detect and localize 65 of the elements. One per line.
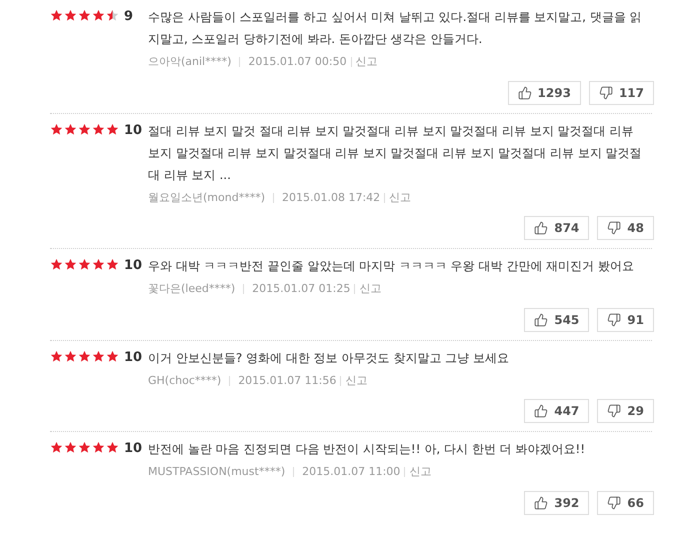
author-name: 으아악(anil****): [148, 54, 232, 70]
review-date: 2015.01.07 11:00: [302, 464, 400, 480]
star-icon: [106, 350, 119, 362]
like-button[interactable]: 447: [524, 399, 590, 423]
review-date: 2015.01.07 00:50: [248, 54, 347, 70]
star-icon: [106, 122, 119, 136]
star-icon: [78, 258, 91, 271]
dislike-button[interactable]: 48: [597, 216, 654, 240]
star-icon: [64, 441, 77, 454]
star-icon: [92, 350, 105, 362]
review-date: 2015.01.08 17:42: [282, 190, 380, 206]
star-icon: [92, 258, 105, 271]
author-name: 꽃다은(leed****): [148, 281, 236, 297]
author-name: 월요일소년(mond****): [148, 190, 265, 206]
dislike-button[interactable]: 66: [597, 490, 654, 514]
like-button[interactable]: 1293: [508, 80, 581, 104]
thumbs-up-icon: [534, 312, 548, 326]
review-text: 이거 안보신분들? 영화에 대한 정보 아무것도 찾지말고 그냥 보세요: [148, 350, 510, 366]
like-button[interactable]: 392: [524, 490, 590, 514]
thumbs-down-icon: [607, 496, 622, 510]
dislike-button[interactable]: 91: [597, 308, 654, 332]
thumbs-down-icon: [607, 312, 622, 326]
star-icon: [106, 258, 119, 271]
star-icon: [92, 441, 105, 454]
review-date: 2015.01.07 01:25: [252, 281, 350, 297]
rating-score: 10: [124, 258, 142, 274]
author-name: MUSTPASSION(must****): [148, 464, 286, 480]
thumbs-down-icon: [607, 221, 622, 235]
star-icon: [92, 122, 105, 136]
star-icon: [78, 9, 91, 22]
like-button[interactable]: 874: [524, 216, 590, 240]
review-date: 2015.01.07 11:56: [238, 372, 336, 388]
star-icon: [50, 441, 63, 454]
dislike-button[interactable]: 117: [588, 80, 654, 104]
star-icon: [78, 441, 91, 454]
rating-score: 10: [124, 122, 142, 138]
thumbs-up-icon: [534, 404, 548, 418]
thumbs-up-icon: [518, 86, 532, 100]
star-icon: [64, 122, 77, 136]
rating-score: 9: [124, 9, 134, 25]
review-text: 우와 대박 ㅋㅋㅋ반전 끝인줄 알았는데 마지막 ㅋㅋㅋㅋ 우왕 대박 간만에 재미진거 봤어요: [148, 258, 635, 275]
star-icon: [78, 350, 91, 362]
thumbs-up-icon: [534, 221, 548, 235]
like-button[interactable]: 545: [524, 308, 590, 332]
star-icon: [92, 9, 105, 22]
star-icon: [64, 9, 77, 22]
review-text: 수많은 사람들이 스포일러를 하고 싶어서 미쳐 날뛰고 있다.절대 리뷰를 보지말고, 댓글을 읽지말고, 스포일러 당하기전에 봐라. 돈아깝단 생각은 안들거다.: [148, 9, 643, 48]
star-icon: [64, 258, 77, 271]
thumbs-up-icon: [534, 496, 548, 510]
star-icon: [50, 122, 63, 136]
star-icon: [50, 9, 63, 22]
author-name: GH(choc****): [148, 372, 222, 388]
thumbs-down-icon: [607, 404, 622, 418]
review-text: 절대 리뷰 보지 말것 절대 리뷰 보지 말것절대 리뷰 보지 말것절대 리뷰 보지 말것절대 리뷰 보지 말것절대 리뷰 보지 말것절대 리뷰 보지 말것절대 리뷰 보지 말것절대 리뷰 보지 말것절대 리뷰 보지 ...: [148, 122, 643, 184]
star-icon: [106, 9, 119, 22]
star-icon: [50, 258, 63, 271]
rating-score: 10: [124, 441, 142, 457]
star-icon: [50, 350, 63, 362]
star-icon: [106, 441, 119, 454]
thumbs-down-icon: [598, 86, 613, 100]
star-icon: [78, 122, 91, 136]
dislike-button[interactable]: 29: [597, 399, 654, 423]
review-text: 반전에 놀란 마음 진정되면 다음 반전이 시작되는!! 아, 다시 한번 더 봐야겠어요!!: [148, 441, 586, 458]
rating-score: 10: [124, 350, 142, 366]
star-icon: [64, 350, 77, 362]
